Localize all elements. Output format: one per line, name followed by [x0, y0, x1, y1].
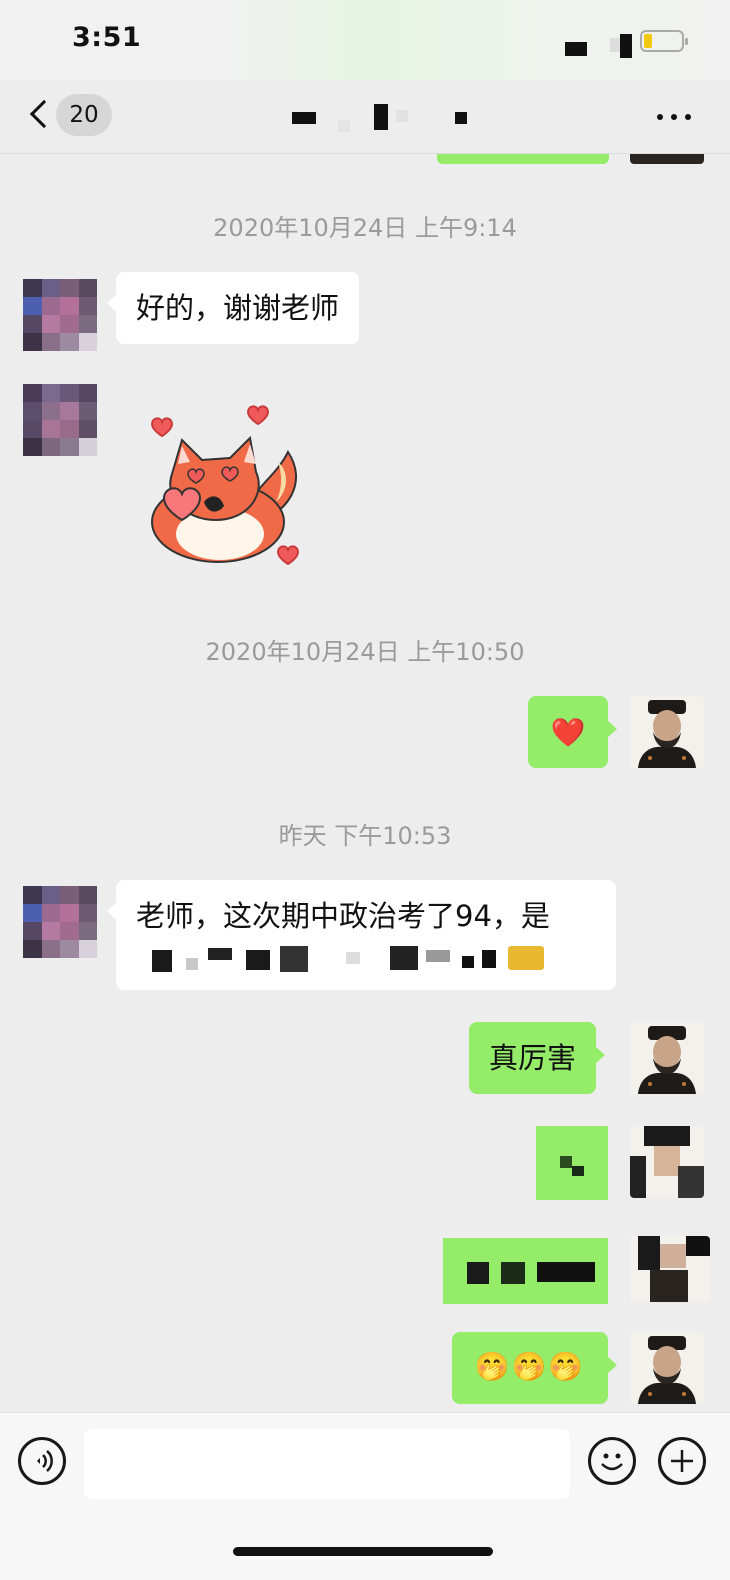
message-text: 老师，这次期中政治考了94，是	[136, 899, 550, 933]
message-bubble-received[interactable]: 好的，谢谢老师	[106, 272, 360, 344]
chat-title-redacted	[290, 104, 480, 136]
voice-button[interactable]	[18, 1437, 66, 1485]
contact-avatar[interactable]	[23, 279, 97, 351]
signal-icon	[565, 42, 587, 56]
wifi-icon	[610, 34, 632, 58]
contact-avatar[interactable]	[23, 886, 97, 958]
back-button[interactable]: 20	[24, 94, 116, 138]
chat-header: 20	[0, 80, 730, 154]
emoji-button[interactable]	[588, 1437, 636, 1485]
self-avatar-redacted[interactable]	[630, 1126, 704, 1198]
message-input[interactable]	[84, 1429, 570, 1499]
self-avatar[interactable]	[630, 1022, 704, 1094]
message-text: 好的，谢谢老师	[136, 291, 340, 325]
message-bubble-sent-redacted[interactable]	[443, 1238, 608, 1304]
more-options-button[interactable]	[657, 102, 697, 132]
message-bubble-sent[interactable]: 真厉害	[469, 1022, 606, 1094]
self-avatar-redacted[interactable]	[630, 1236, 710, 1302]
plus-icon	[671, 1450, 693, 1472]
fox-sticker[interactable]	[138, 402, 310, 574]
timestamp: 昨天 下午10:53	[278, 822, 452, 850]
message-bubble-received[interactable]: 老师，这次期中政治考了94，是	[107, 880, 616, 990]
battery-icon	[640, 30, 688, 52]
unread-count-badge: 20	[56, 94, 112, 136]
previous-sent-bubble[interactable]	[437, 154, 609, 164]
emoji-face-icon	[601, 1453, 623, 1471]
home-indicator[interactable]	[233, 1547, 493, 1556]
self-avatar[interactable]	[630, 1332, 704, 1404]
fox-heart-sticker-image	[150, 405, 300, 566]
self-avatar-clipped[interactable]	[630, 154, 704, 164]
timestamp: 2020年10月24日 上午10:50	[205, 638, 525, 666]
hand-over-mouth-emoji: 🤭🤭🤭	[474, 1350, 586, 1383]
message-bubble-sent[interactable]: ❤️	[528, 696, 617, 768]
redacted-text	[136, 936, 596, 976]
add-button[interactable]	[658, 1437, 706, 1485]
self-avatar[interactable]	[630, 696, 704, 768]
status-time: 3:51	[72, 22, 142, 53]
message-bubble-sent[interactable]: 🤭🤭🤭	[452, 1332, 617, 1404]
portrait-avatar-image	[630, 696, 704, 768]
message-text: 真厉害	[489, 1041, 577, 1075]
contact-avatar[interactable]	[23, 384, 97, 456]
voice-icon	[37, 1450, 53, 1472]
chevron-left-icon	[29, 99, 59, 129]
heart-emoji: ❤️	[550, 716, 586, 749]
more-dots-icon	[657, 114, 663, 120]
status-bar: 3:51	[0, 0, 730, 80]
timestamp: 2020年10月24日 上午9:14	[213, 214, 517, 242]
message-bubble-sent-redacted[interactable]	[536, 1126, 608, 1200]
